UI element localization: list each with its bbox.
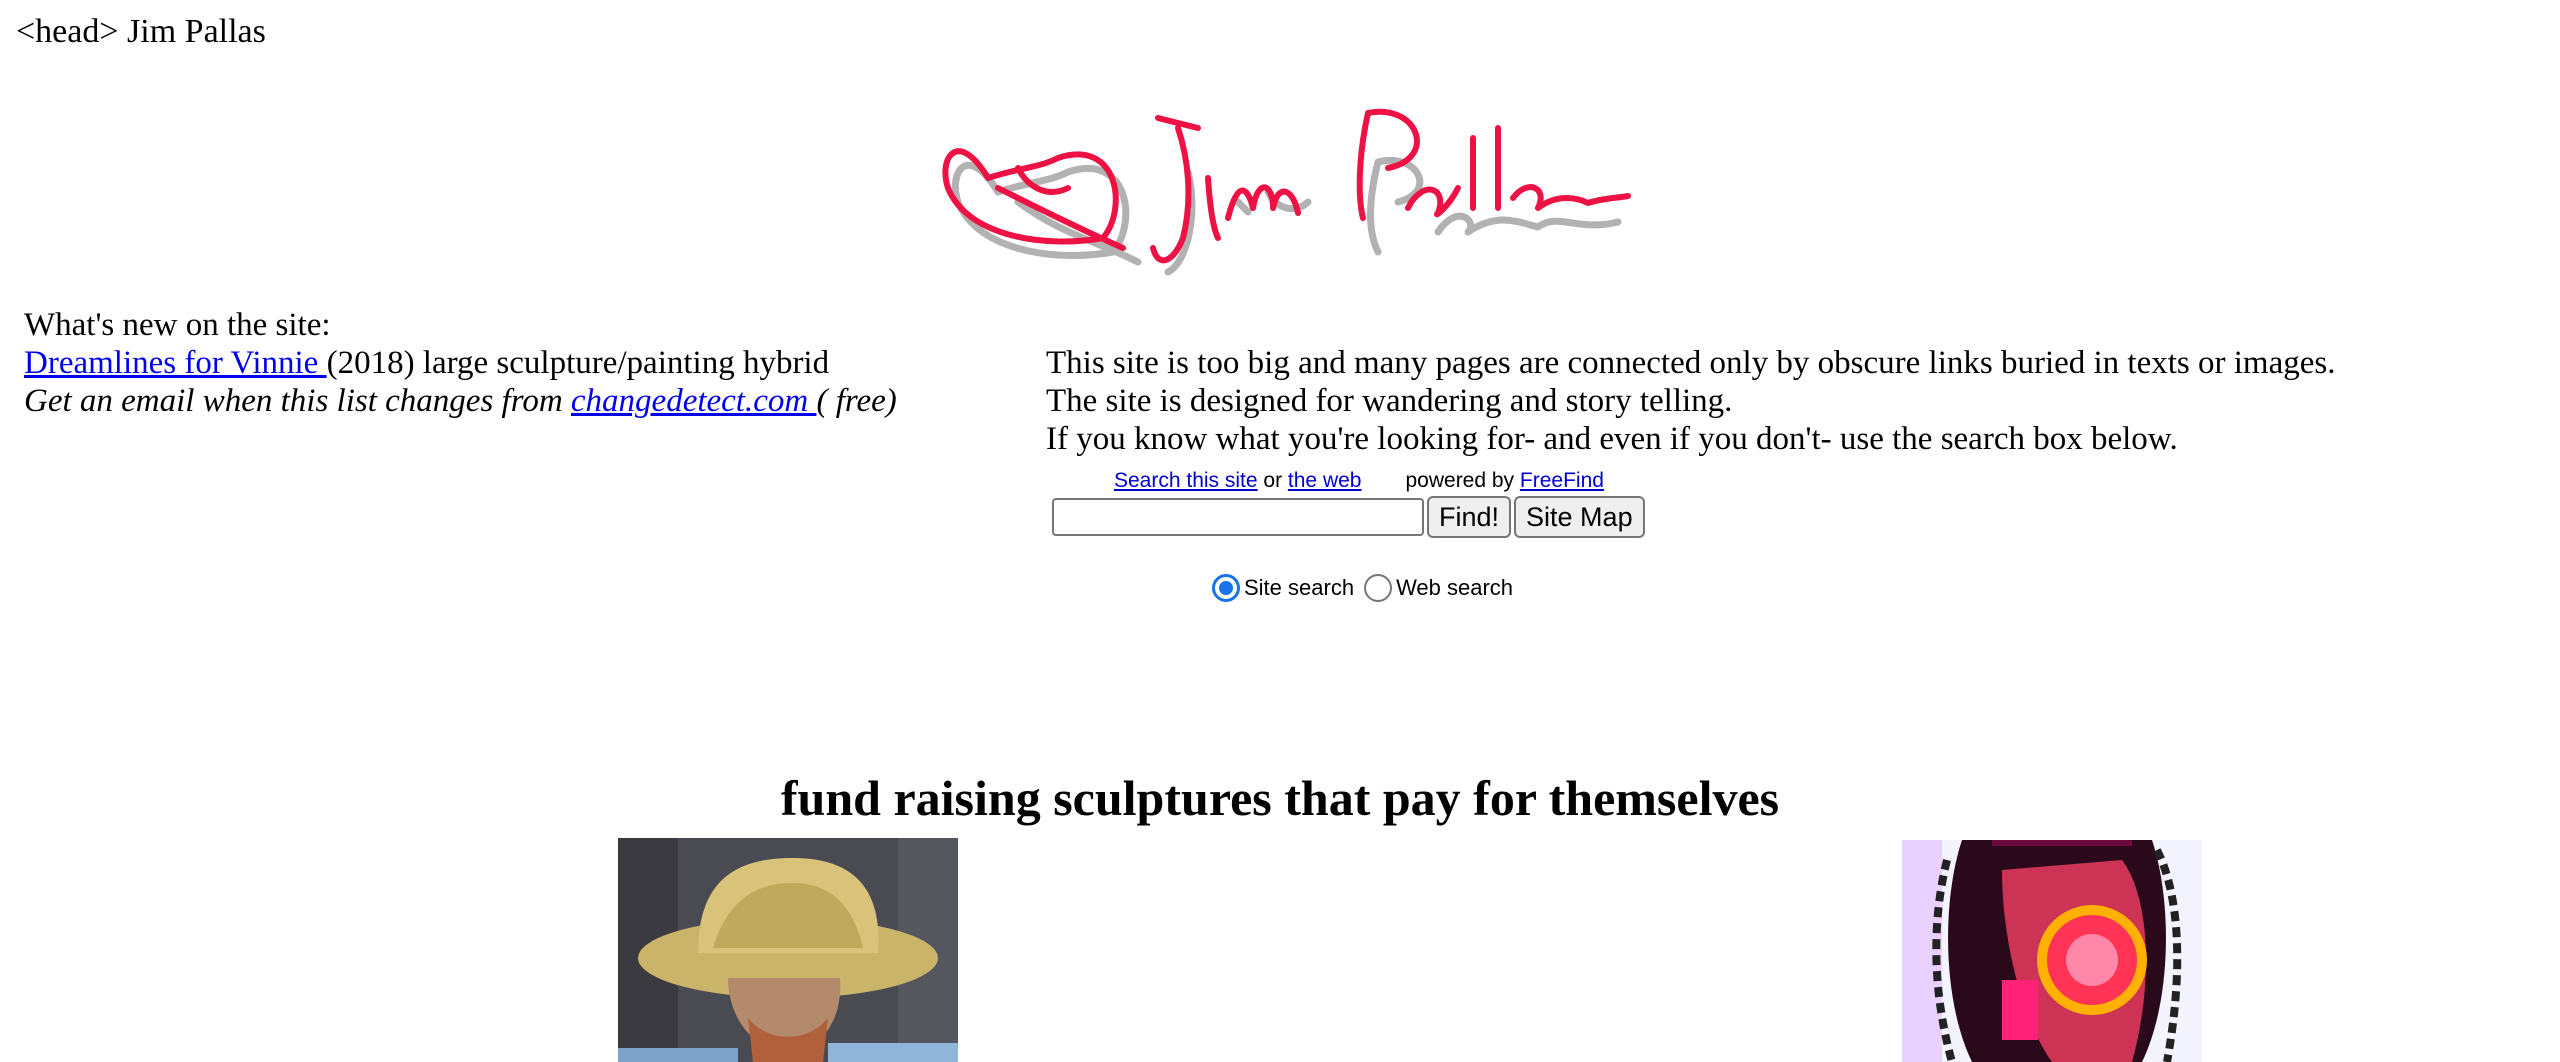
whats-new-heading: What's new on the site: bbox=[24, 307, 331, 343]
changedetect-link[interactable]: changedetect.com bbox=[571, 383, 817, 419]
van-gogh-sculpture-image bbox=[618, 838, 958, 1062]
powered-by-text: powered by bbox=[1405, 469, 1520, 492]
freefind-links: Search this site or the web powered by Fr… bbox=[1052, 468, 1645, 494]
web-search-label[interactable]: Web search bbox=[1396, 575, 1513, 601]
sculpture-image-2 bbox=[1902, 840, 2202, 1062]
search-this-site-link[interactable]: Search this site bbox=[1114, 469, 1258, 492]
intro-line-2: The site is designed for wandering and s… bbox=[1046, 383, 1733, 419]
search-row: Find! Site Map bbox=[1052, 496, 1645, 538]
dreamlines-link[interactable]: Dreamlines for Vinnie bbox=[24, 345, 327, 381]
signature-logo-image bbox=[942, 108, 1631, 276]
site-intro: This site is too big and many pages are … bbox=[1046, 344, 2335, 458]
freefind-search-box: Search this site or the web powered by Fr… bbox=[1052, 468, 1645, 538]
email-notice: Get an email when this list changes from… bbox=[24, 382, 897, 420]
van-gogh-sculpture-photo[interactable] bbox=[618, 838, 958, 1062]
sculpture-photo-2[interactable] bbox=[1902, 840, 2202, 1062]
whats-new-section: What's new on the site: Dreamlines for V… bbox=[24, 306, 897, 420]
page-head-text: <head> Jim Pallas bbox=[16, 13, 266, 50]
search-input[interactable] bbox=[1052, 498, 1424, 536]
freefind-link[interactable]: FreeFind bbox=[1520, 469, 1604, 492]
email-notice-suffix: ( free) bbox=[816, 383, 897, 419]
fund-raising-heading: fund raising sculptures that pay for the… bbox=[780, 770, 1780, 826]
dreamlines-description: (2018) large sculpture/painting hybrid bbox=[326, 345, 830, 381]
site-map-button[interactable]: Site Map bbox=[1514, 496, 1645, 538]
web-search-radio[interactable] bbox=[1364, 574, 1393, 602]
site-search-label[interactable]: Site search bbox=[1244, 575, 1354, 601]
find-button[interactable]: Find! bbox=[1427, 496, 1512, 538]
search-the-web-link[interactable]: the web bbox=[1288, 469, 1362, 492]
signature-logo bbox=[928, 98, 1632, 290]
site-search-radio[interactable] bbox=[1212, 574, 1240, 602]
intro-line-3: If you know what you're looking for- and… bbox=[1046, 421, 2178, 457]
or-text: or bbox=[1257, 469, 1288, 492]
intro-line-1: This site is too big and many pages are … bbox=[1046, 345, 2336, 381]
whats-new-item: Dreamlines for Vinnie (2018) large sculp… bbox=[24, 344, 897, 382]
search-scope-radios: Site search Web search bbox=[1212, 574, 1513, 602]
email-notice-prefix: Get an email when this list changes from bbox=[24, 383, 571, 419]
